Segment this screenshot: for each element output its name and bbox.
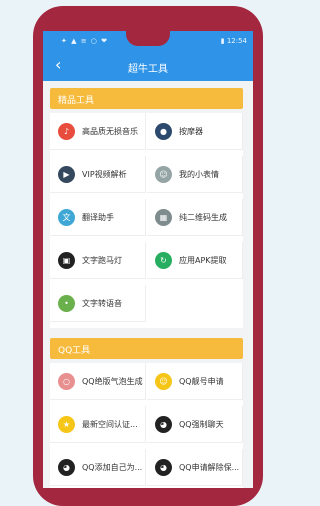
- music-note-icon: ♪: [58, 123, 75, 140]
- tool-item[interactable]: ● 按摩器: [147, 113, 243, 150]
- sticker-face-icon: ☺: [155, 166, 172, 183]
- tool-item-label: QQ靓号申请: [179, 377, 224, 386]
- status-time: ▮ 12:54: [220, 37, 247, 45]
- video-play-icon: ▶: [58, 166, 75, 183]
- tool-item[interactable]: 文翻译助手: [50, 199, 146, 236]
- tool-item[interactable]: ↻ 应用APK提取: [147, 242, 243, 279]
- tool-item[interactable]: ☺ QQ靓号申请: [147, 363, 243, 400]
- qq-penguin-icon: ◕: [58, 459, 75, 476]
- section-title: QQ工具: [58, 346, 91, 356]
- phone-bottom-edge: [43, 488, 253, 496]
- bubble-icon: ○: [58, 373, 75, 390]
- tool-item-label: QQ绝版气泡生成: [82, 377, 143, 386]
- tool-item[interactable]: ◕ QQ添加自己为...: [50, 449, 146, 486]
- section-header-qq: QQ工具: [50, 338, 243, 359]
- app-bar: ‹ 超牛工具: [43, 51, 253, 81]
- tool-item-label: 翻译助手: [82, 213, 114, 222]
- tool-item[interactable]: ◕ QQ强制聊天: [147, 406, 243, 443]
- badge-icon: ★: [58, 416, 75, 433]
- tool-item-label: 文字跑马灯: [82, 256, 122, 265]
- tool-item-label: 我的小表情: [179, 170, 219, 179]
- microphone-icon: •: [58, 295, 75, 312]
- tool-item-label: 高品质无损音乐: [82, 127, 138, 136]
- tool-item-label: 应用APK提取: [179, 256, 227, 265]
- tool-item[interactable]: ★ 最新空间认证...: [50, 406, 146, 443]
- tool-item[interactable]: ▶ VIP视频解析: [50, 156, 146, 193]
- camera-notch: [126, 31, 170, 46]
- tool-item-label: QQ强制聊天: [179, 420, 224, 429]
- tool-item-label: 最新空间认证...: [82, 420, 138, 429]
- tool-item[interactable]: ▣ 文字跑马灯: [50, 242, 146, 279]
- tool-item-label: VIP视频解析: [82, 170, 127, 179]
- apk-extract-icon: ↻: [155, 252, 172, 269]
- massager-icon: ●: [155, 123, 172, 140]
- tool-item[interactable]: ♪ 高品质无损音乐: [50, 113, 146, 150]
- qq-penguin-icon: ◕: [155, 416, 172, 433]
- tool-item-label: 纯二维码生成: [179, 213, 227, 222]
- marquee-text-icon: ▣: [58, 252, 75, 269]
- section-header-premium: 精品工具: [50, 88, 243, 109]
- tool-item[interactable]: ☺ 我的小表情: [147, 156, 243, 193]
- qr-code-icon: ▦: [155, 209, 172, 226]
- smile-icon: ☺: [155, 373, 172, 390]
- section-title: 精品工具: [58, 96, 95, 106]
- tool-item-label: 按摩器: [179, 127, 203, 136]
- tool-item-label: QQ添加自己为...: [82, 463, 143, 472]
- qq-penguin-icon: ◕: [155, 459, 172, 476]
- tool-item[interactable]: • 文字转语音: [50, 285, 146, 322]
- page-title: 超牛工具: [128, 64, 168, 75]
- tool-item[interactable]: ▦ 纯二维码生成: [147, 199, 243, 236]
- translate-icon: 文: [58, 209, 75, 226]
- tool-item-label: 文字转语音: [82, 299, 122, 308]
- tool-item[interactable]: ◕ QQ申请解除保...: [147, 449, 243, 486]
- qq-tools-grid: ○ QQ绝版气泡生成 ☺ QQ靓号申请 ★ 最新空间认证... ◕ QQ强制聊天 ◕ QQ添加自己…: [50, 363, 243, 488]
- tool-item[interactable]: ○ QQ绝版气泡生成: [50, 363, 146, 400]
- status-icons: ✦ ▲ ≡ ○ ❤: [61, 37, 108, 45]
- tool-item-label: QQ申请解除保...: [179, 463, 240, 472]
- premium-tools-grid: ♪ 高品质无损音乐 ● 按摩器 ▶ VIP视频解析 ☺ 我的小表情文翻译助手 ▦ 纯二维码生成 ▣ 文…: [50, 113, 243, 328]
